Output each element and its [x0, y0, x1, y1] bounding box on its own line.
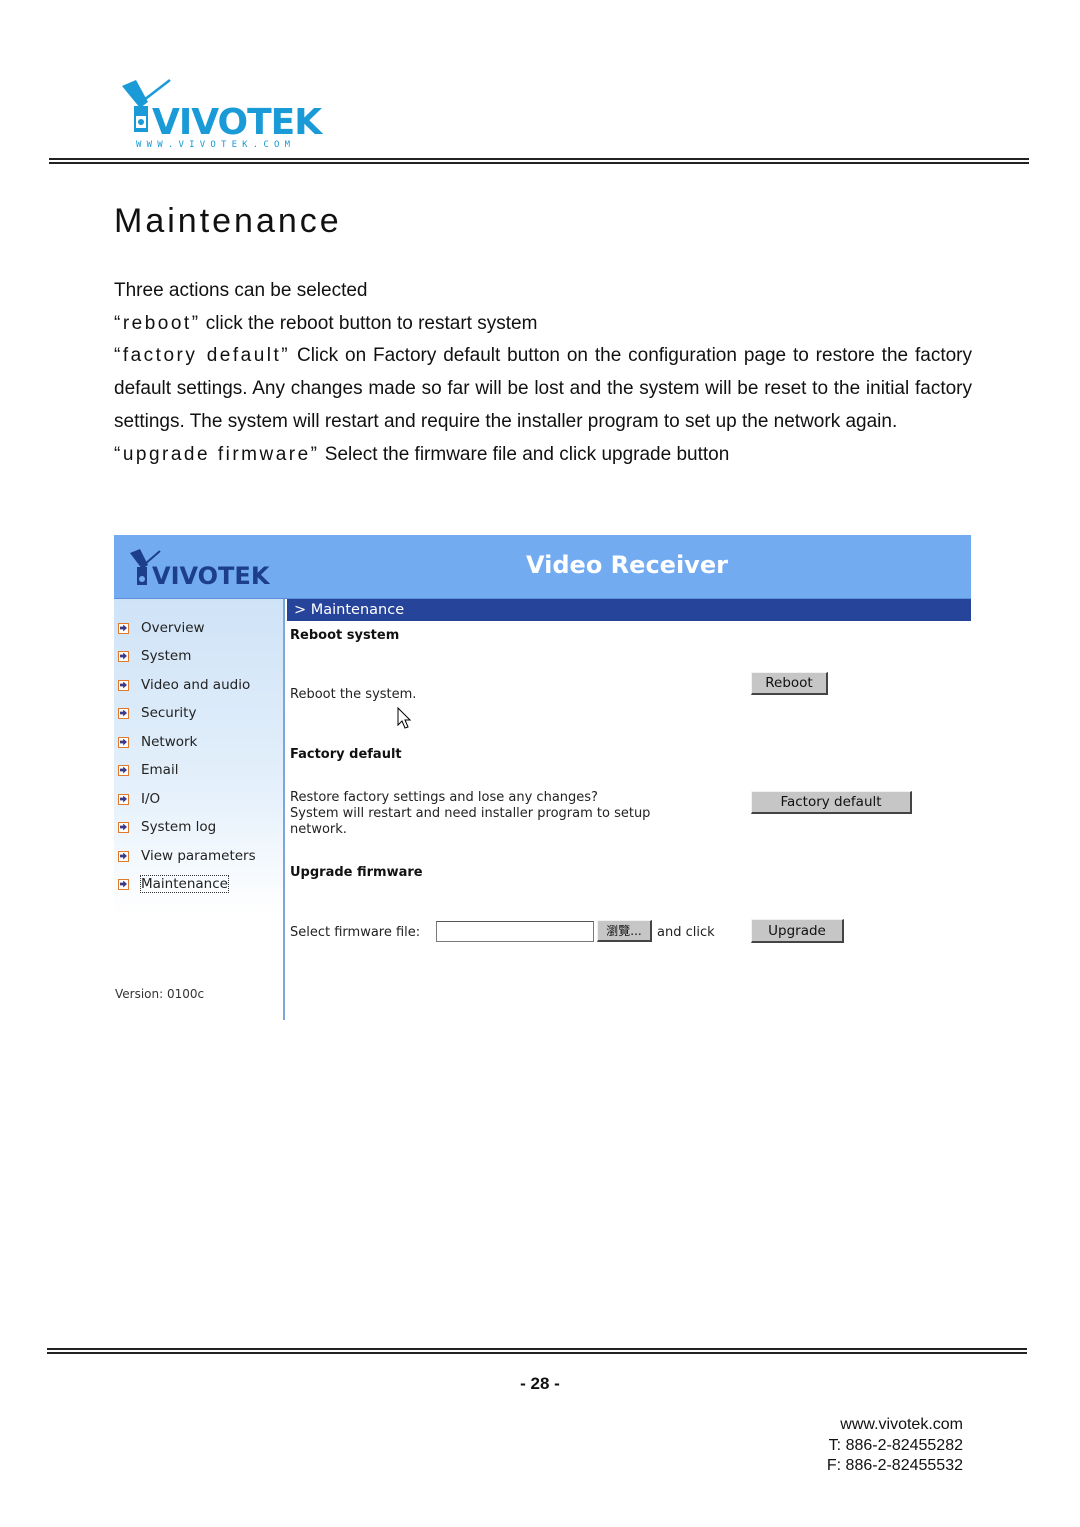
- arrow-right-icon: [118, 707, 129, 719]
- arrow-right-icon: [118, 679, 129, 691]
- sidebar: Overview System Video and audio Security…: [114, 599, 285, 1020]
- arrow-right-icon: [118, 650, 129, 662]
- sidebar-item-network[interactable]: Network: [118, 732, 197, 752]
- fax-text: F: 886-2-82455532: [826, 1457, 963, 1474]
- description-line: network.: [290, 822, 347, 837]
- sidebar-item-video-and-audio[interactable]: Video and audio: [118, 675, 250, 695]
- sidebar-item-label: Maintenance: [140, 875, 229, 893]
- intro-text: Three actions can be selected: [114, 280, 368, 301]
- arrow-right-icon: [118, 821, 129, 833]
- header-divider: [49, 158, 1029, 164]
- item-text: Select the firmware file and click upgra…: [319, 443, 730, 465]
- arrow-right-icon: [118, 793, 129, 805]
- sidebar-item-label: System log: [141, 819, 217, 835]
- factory-default-heading: Factory default: [290, 747, 402, 762]
- sidebar-item-system[interactable]: System: [118, 646, 191, 666]
- item-factory-default: “factory default” Click on Factory defau…: [114, 340, 972, 438]
- item-upgrade-firmware: “upgrade firmware” Select the firmware f…: [114, 439, 972, 472]
- description-line: System will restart and need installer p…: [290, 806, 651, 821]
- sidebar-item-email[interactable]: Email: [118, 760, 178, 780]
- sidebar-item-label: View parameters: [141, 848, 256, 864]
- firmware-file-input[interactable]: [436, 921, 594, 942]
- upgrade-button[interactable]: Upgrade: [751, 919, 844, 943]
- item-text: click the reboot button to restart syste…: [200, 312, 538, 334]
- sidebar-item-system-log[interactable]: System log: [118, 817, 216, 837]
- breadcrumb: > Maintenance: [287, 599, 971, 621]
- reboot-heading: Reboot system: [290, 628, 400, 643]
- reboot-description: Reboot the system.: [290, 687, 417, 702]
- and-click-label: and click: [657, 925, 715, 940]
- sidebar-item-label: Security: [141, 705, 197, 721]
- arrow-right-icon: [118, 736, 129, 748]
- sidebar-item-maintenance[interactable]: Maintenance: [118, 874, 229, 894]
- arrow-right-icon: [118, 764, 129, 776]
- firmware-file-label: Select firmware file:: [290, 925, 421, 940]
- page-number: - 28 -: [520, 1374, 560, 1393]
- vivotek-logo: VIVOTEK WWW.VIVOTEK.COM: [118, 76, 358, 150]
- browse-button[interactable]: 瀏覽...: [597, 920, 652, 942]
- factory-default-description: Restore factory settings and lose any ch…: [290, 790, 650, 838]
- phone-text: T: 886-2-82455282: [828, 1436, 963, 1454]
- page-title: Maintenance: [114, 202, 342, 240]
- app-header: VIVOTEK Video Receiver: [114, 535, 971, 599]
- embedded-screenshot: VIVOTEK Video Receiver Overview System V…: [114, 535, 971, 1020]
- arrow-right-icon: [118, 622, 129, 634]
- upgrade-firmware-heading: Upgrade firmware: [290, 865, 423, 880]
- mouse-cursor-icon: [397, 707, 412, 729]
- keyword: “reboot”: [114, 312, 201, 334]
- app-title: Video Receiver: [526, 551, 728, 579]
- arrow-right-icon: [118, 850, 129, 862]
- body-text: Three actions can be selected “reboot” c…: [114, 275, 972, 471]
- factory-default-button[interactable]: Factory default: [751, 791, 912, 814]
- sidebar-item-overview[interactable]: Overview: [118, 618, 205, 638]
- app-logo-text: VIVOTEK: [152, 562, 271, 589]
- reboot-button[interactable]: Reboot: [751, 672, 828, 695]
- website-text: www.vivotek.com: [840, 1416, 963, 1433]
- item-reboot: “reboot” click the reboot button to rest…: [114, 308, 972, 341]
- sidebar-item-label: I/O: [141, 791, 161, 807]
- sidebar-item-label: Overview: [141, 620, 205, 636]
- keyword: “upgrade firmware”: [114, 443, 320, 465]
- arrow-right-icon: [118, 878, 129, 890]
- sidebar-item-label: System: [141, 648, 192, 664]
- logo-wordmark: VIVOTEK: [152, 102, 323, 143]
- sidebar-item-label: Network: [141, 734, 198, 750]
- keyword: “factory default”: [114, 345, 291, 367]
- sidebar-item-label: Email: [141, 762, 179, 778]
- contact-info: www.vivotek.com T: 886-2-82455282 F: 886…: [827, 1415, 963, 1477]
- app-logo: VIVOTEK: [128, 549, 288, 590]
- version-label: Version: 0100c: [115, 987, 205, 1001]
- sidebar-item-io[interactable]: I/O: [118, 789, 160, 809]
- footer-divider: [47, 1348, 1027, 1354]
- logo-url: WWW.VIVOTEK.COM: [136, 140, 295, 150]
- sidebar-item-label: Video and audio: [141, 677, 251, 693]
- sidebar-item-view-parameters[interactable]: View parameters: [118, 846, 256, 866]
- description-line: Restore factory settings and lose any ch…: [290, 790, 598, 805]
- sidebar-item-security[interactable]: Security: [118, 703, 196, 723]
